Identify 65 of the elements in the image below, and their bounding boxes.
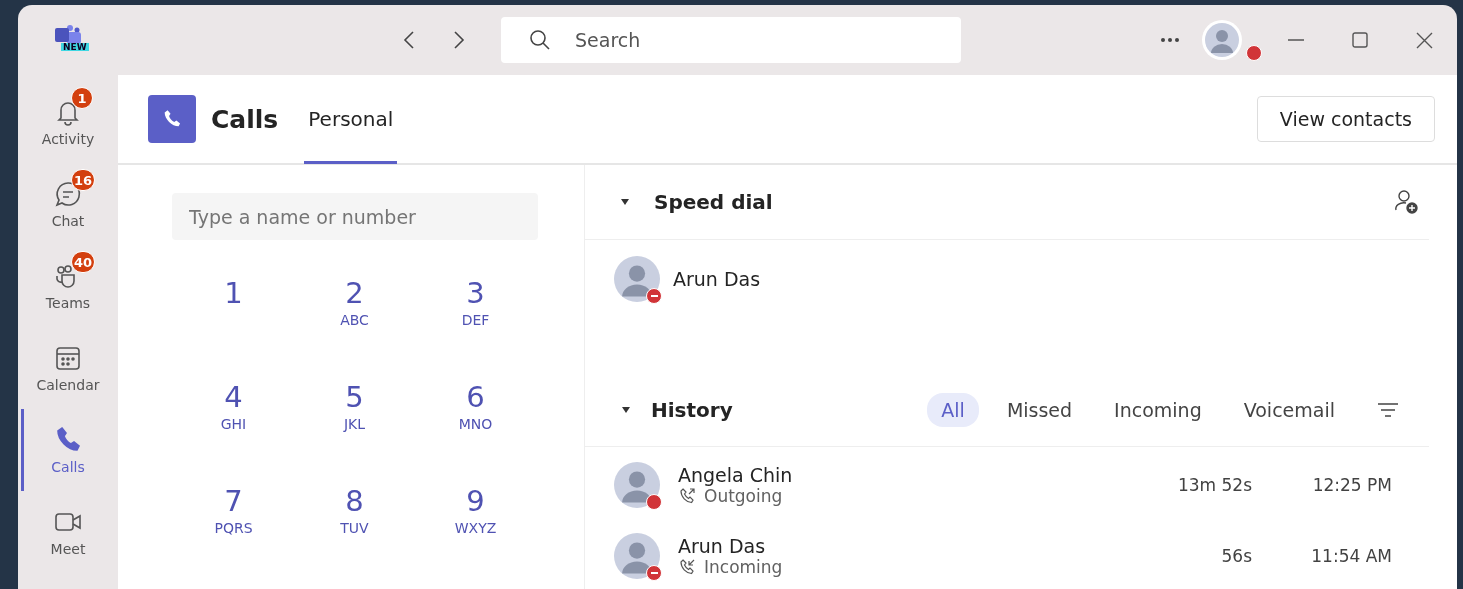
close-icon[interactable] xyxy=(1416,31,1433,49)
view-contacts-button[interactable]: View contacts xyxy=(1256,96,1435,142)
sidebar-label: Teams xyxy=(45,295,91,311)
call-history-row[interactable]: Angela Chin Outgoing 13m 52s 12:25 PM xyxy=(585,449,1429,520)
sidebar-item[interactable]: Calls xyxy=(18,409,118,491)
dial-key[interactable]: 1 xyxy=(173,276,294,346)
dial-key[interactable]: 2 ABC xyxy=(294,276,415,346)
search-icon xyxy=(529,29,551,51)
dial-key[interactable]: 3 DEF xyxy=(415,276,536,346)
new-badge: NEW xyxy=(61,43,89,51)
dial-key[interactable]: 4 GHI xyxy=(173,380,294,450)
filter-tab[interactable]: Missed xyxy=(992,393,1087,427)
call-type: Outgoing xyxy=(704,485,783,506)
dial-key[interactable]: 5 JKL xyxy=(294,380,415,450)
filter-icon[interactable] xyxy=(1377,402,1399,418)
collapse-icon[interactable] xyxy=(621,406,631,414)
sidebar-item[interactable]: Meet xyxy=(18,491,118,573)
sidebar-label: Calendar xyxy=(36,377,100,393)
filter-tab[interactable]: Voicemail xyxy=(1229,393,1349,427)
speed-dial-contact[interactable]: Arun Das xyxy=(614,256,1429,302)
filter-tab[interactable]: All xyxy=(927,393,979,427)
filter-tab[interactable]: Incoming xyxy=(1100,393,1216,427)
call-time: 11:54 AM xyxy=(1310,545,1392,566)
tab[interactable]: Personal xyxy=(304,74,398,164)
sidebar-item[interactable]: 16 Chat xyxy=(18,163,118,245)
avatar xyxy=(614,461,660,508)
sidebar-item[interactable]: 1 Activity xyxy=(18,81,118,163)
call-duration: 56s xyxy=(1221,545,1252,566)
notification-badge: 40 xyxy=(71,251,96,273)
forward-icon[interactable] xyxy=(453,30,465,50)
call-history-row[interactable]: Arun Das Incoming 56s 11:54 AM xyxy=(585,520,1429,589)
add-person-icon[interactable] xyxy=(1393,189,1419,215)
call-time: 12:25 PM xyxy=(1311,474,1392,495)
dial-key[interactable]: 7 PQRS xyxy=(173,484,294,554)
contact-name: Angela Chin xyxy=(678,463,793,486)
notification-badge: 1 xyxy=(71,87,93,109)
user-avatar[interactable] xyxy=(1205,23,1239,57)
contact-name: Arun Das xyxy=(673,268,761,290)
phone-icon xyxy=(148,95,196,143)
sidebar-label: Calls xyxy=(51,459,85,475)
incoming-call-icon xyxy=(678,557,696,576)
outgoing-call-icon xyxy=(678,486,696,505)
search-field[interactable]: Search xyxy=(501,17,961,63)
dial-key[interactable]: 9 WXYZ xyxy=(415,484,536,554)
sidebar-label: Chat xyxy=(51,213,85,229)
dial-key[interactable]: 8 TUV xyxy=(294,484,415,554)
dial-input-field[interactable]: Type a name or number xyxy=(172,193,538,240)
maximize-icon[interactable] xyxy=(1352,32,1368,48)
back-icon[interactable] xyxy=(403,30,415,50)
collapse-icon[interactable] xyxy=(620,198,630,206)
sidebar-item[interactable]: Calendar xyxy=(18,327,118,409)
call-type: Incoming xyxy=(704,556,783,577)
more-icon[interactable] xyxy=(1160,37,1180,43)
contact-name: Arun Das xyxy=(678,534,767,557)
notification-badge: 16 xyxy=(71,169,96,191)
avatar xyxy=(614,256,660,302)
avatar xyxy=(614,532,660,579)
call-duration: 13m 52s xyxy=(1177,474,1252,495)
page-title: Calls xyxy=(211,104,279,134)
dial-key[interactable]: 6 MNO xyxy=(415,380,536,450)
section-title: Speed dial xyxy=(654,190,773,214)
sidebar-item[interactable]: 40 Teams xyxy=(18,245,118,327)
sidebar-label: Activity xyxy=(41,131,95,147)
section-title: History xyxy=(651,398,733,422)
sidebar-label: Meet xyxy=(50,541,86,557)
